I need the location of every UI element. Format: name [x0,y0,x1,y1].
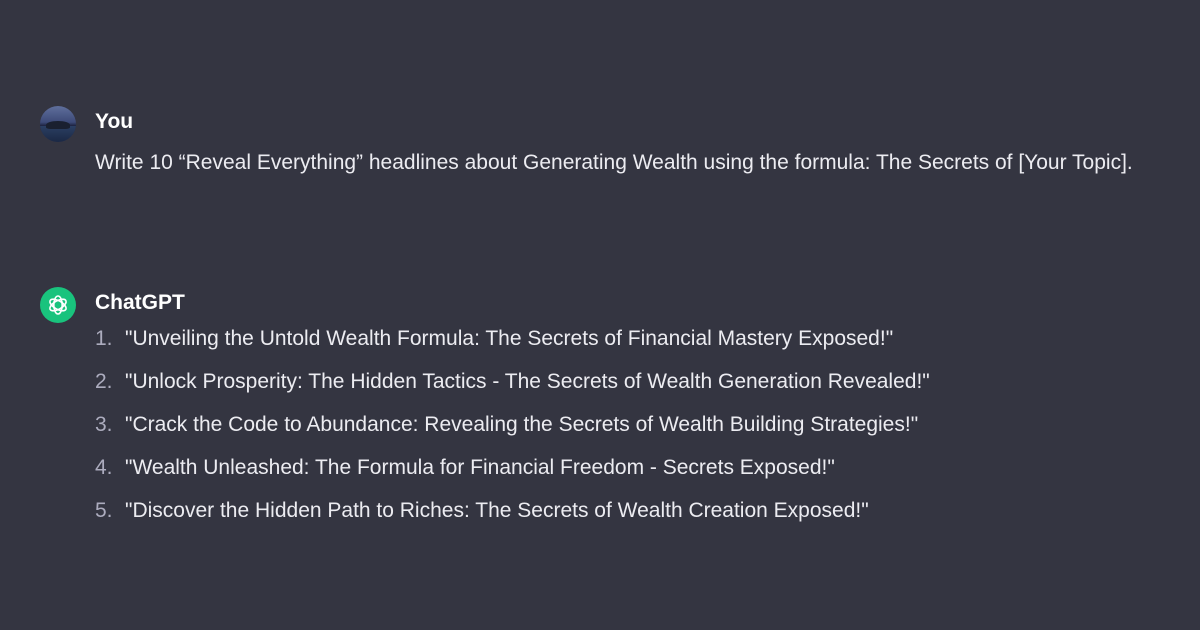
list-item-text: "Unlock Prosperity: The Hidden Tactics -… [125,370,930,393]
list-item-number: 1. [95,327,113,350]
list-item: 3. "Crack the Code to Abundance: Revealin… [95,403,930,446]
list-item-number: 4. [95,456,113,479]
avatar-island [46,121,70,129]
list-item-text: "Crack the Code to Abundance: Revealing … [125,413,919,436]
list-item-text: "Unveiling the Untold Wealth Formula: Th… [125,327,894,350]
headline-list: 1. "Unveiling the Untold Wealth Formula: … [95,317,930,532]
openai-logo-icon [49,295,67,315]
user-avatar[interactable] [40,106,76,142]
list-item: 1. "Unveiling the Untold Wealth Formula: … [95,317,930,360]
list-item-number: 3. [95,413,113,436]
assistant-author-name: ChatGPT [95,291,185,314]
list-item: 4. "Wealth Unleashed: The Formula for Fin… [95,446,930,489]
list-item: 2. "Unlock Prosperity: The Hidden Tactics… [95,360,930,403]
list-item: 5. "Discover the Hidden Path to Riches: T… [95,489,930,532]
list-item-number: 5. [95,499,113,522]
user-author-name: You [95,110,134,133]
list-item-number: 2. [95,370,113,393]
assistant-avatar [40,287,76,323]
list-item-text: "Discover the Hidden Path to Riches: The… [125,499,869,522]
list-item-text: "Wealth Unleashed: The Formula for Finan… [125,456,835,479]
user-message-text: Write 10 “Reveal Everything” headlines a… [95,151,1133,174]
